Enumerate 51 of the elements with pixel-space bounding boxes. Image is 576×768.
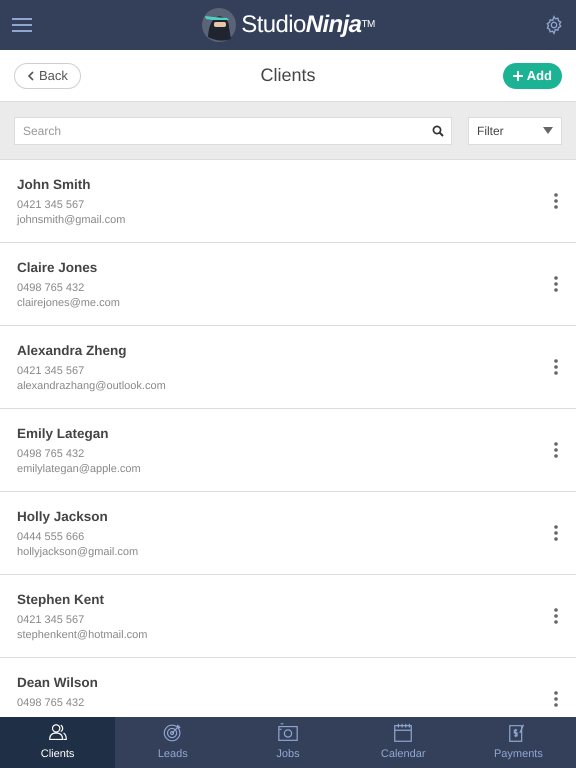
filter-dropdown[interactable]: Filter: [468, 116, 562, 144]
client-phone: 0498 765 432: [17, 447, 86, 462]
more-options-icon[interactable]: [554, 525, 558, 541]
plus-icon: [512, 70, 523, 80]
client-phone: 0498 765 432: [17, 696, 86, 712]
more-options-icon[interactable]: [554, 691, 558, 707]
client-email: emilylategan@apple.com: [17, 462, 141, 478]
more-options-icon[interactable]: [554, 442, 558, 458]
client-email: stephenkent@hotmail.com: [17, 628, 148, 644]
client-phone: 0444 555 666: [17, 530, 86, 546]
search-icon: [432, 124, 444, 136]
nav-tab[interactable]: Clients: [0, 717, 116, 768]
more-options-icon[interactable]: [554, 608, 558, 624]
nav-tab[interactable]: Leads: [115, 717, 230, 768]
more-options-icon[interactable]: [554, 193, 558, 209]
client-email: alexandrazhang@outlook.com: [17, 379, 166, 394]
client-name: Alexandra Zheng: [17, 342, 128, 360]
client-name: John Smith: [17, 176, 92, 194]
chevron-left-icon: [27, 70, 35, 80]
client-phone: 0421 345 567: [17, 364, 86, 380]
client-row[interactable]: John Smith 0421 345 567 johnsmith@gmail.com: [0, 160, 576, 243]
nav-tab[interactable]: Payments: [460, 717, 576, 768]
client-name: Stephen Kent: [17, 591, 106, 609]
page-title: Clients: [260, 64, 316, 87]
dropdown-arrow-icon: [543, 127, 553, 134]
more-options-icon[interactable]: [554, 359, 558, 375]
back-button[interactable]: Back: [14, 62, 81, 88]
client-row[interactable]: Stephen Kent 0421 345 567 stephenkent@hotmail.com: [0, 575, 576, 658]
client-phone: 0421 345 567: [17, 198, 86, 214]
client-row[interactable]: Emily Lategan 0498 765 432 emilylategan@apple.com: [0, 409, 576, 492]
client-name: Holly Jackson: [17, 508, 109, 526]
client-email: hollyjackson@gmail.com: [17, 545, 138, 560]
client-phone: 0498 765 432: [17, 281, 86, 296]
client-row[interactable]: Claire Jones 0498 765 432 clairejones@me.com: [0, 243, 576, 326]
client-phone: 0421 345 567: [17, 613, 86, 628]
menu-icon[interactable]: [12, 18, 32, 32]
logo-icon: [201, 7, 238, 43]
client-email: clairejones@me.com: [17, 296, 120, 312]
client-name: Claire Jones: [17, 259, 98, 277]
client-name: Emily Lategan: [17, 425, 110, 443]
settings-icon[interactable]: [544, 15, 564, 35]
client-row[interactable]: Alexandra Zheng 0421 345 567 alexandrazhang@outlook.com: [0, 326, 576, 409]
calendar-icon: [392, 722, 414, 744]
client-row[interactable]: Holly Jackson 0444 555 666 hollyjackson@gmail.com: [0, 492, 576, 575]
client-email: johnsmith@gmail.com: [17, 213, 126, 228]
client-name: Dean Wilson: [17, 674, 98, 692]
more-options-icon[interactable]: [554, 276, 558, 292]
nav-tab[interactable]: Calendar: [346, 717, 461, 768]
nav-tab[interactable]: Jobs: [230, 717, 346, 768]
search-field[interactable]: Search: [14, 116, 452, 144]
logo-text: StudioNinja$^{TM}$: [241, 10, 375, 40]
